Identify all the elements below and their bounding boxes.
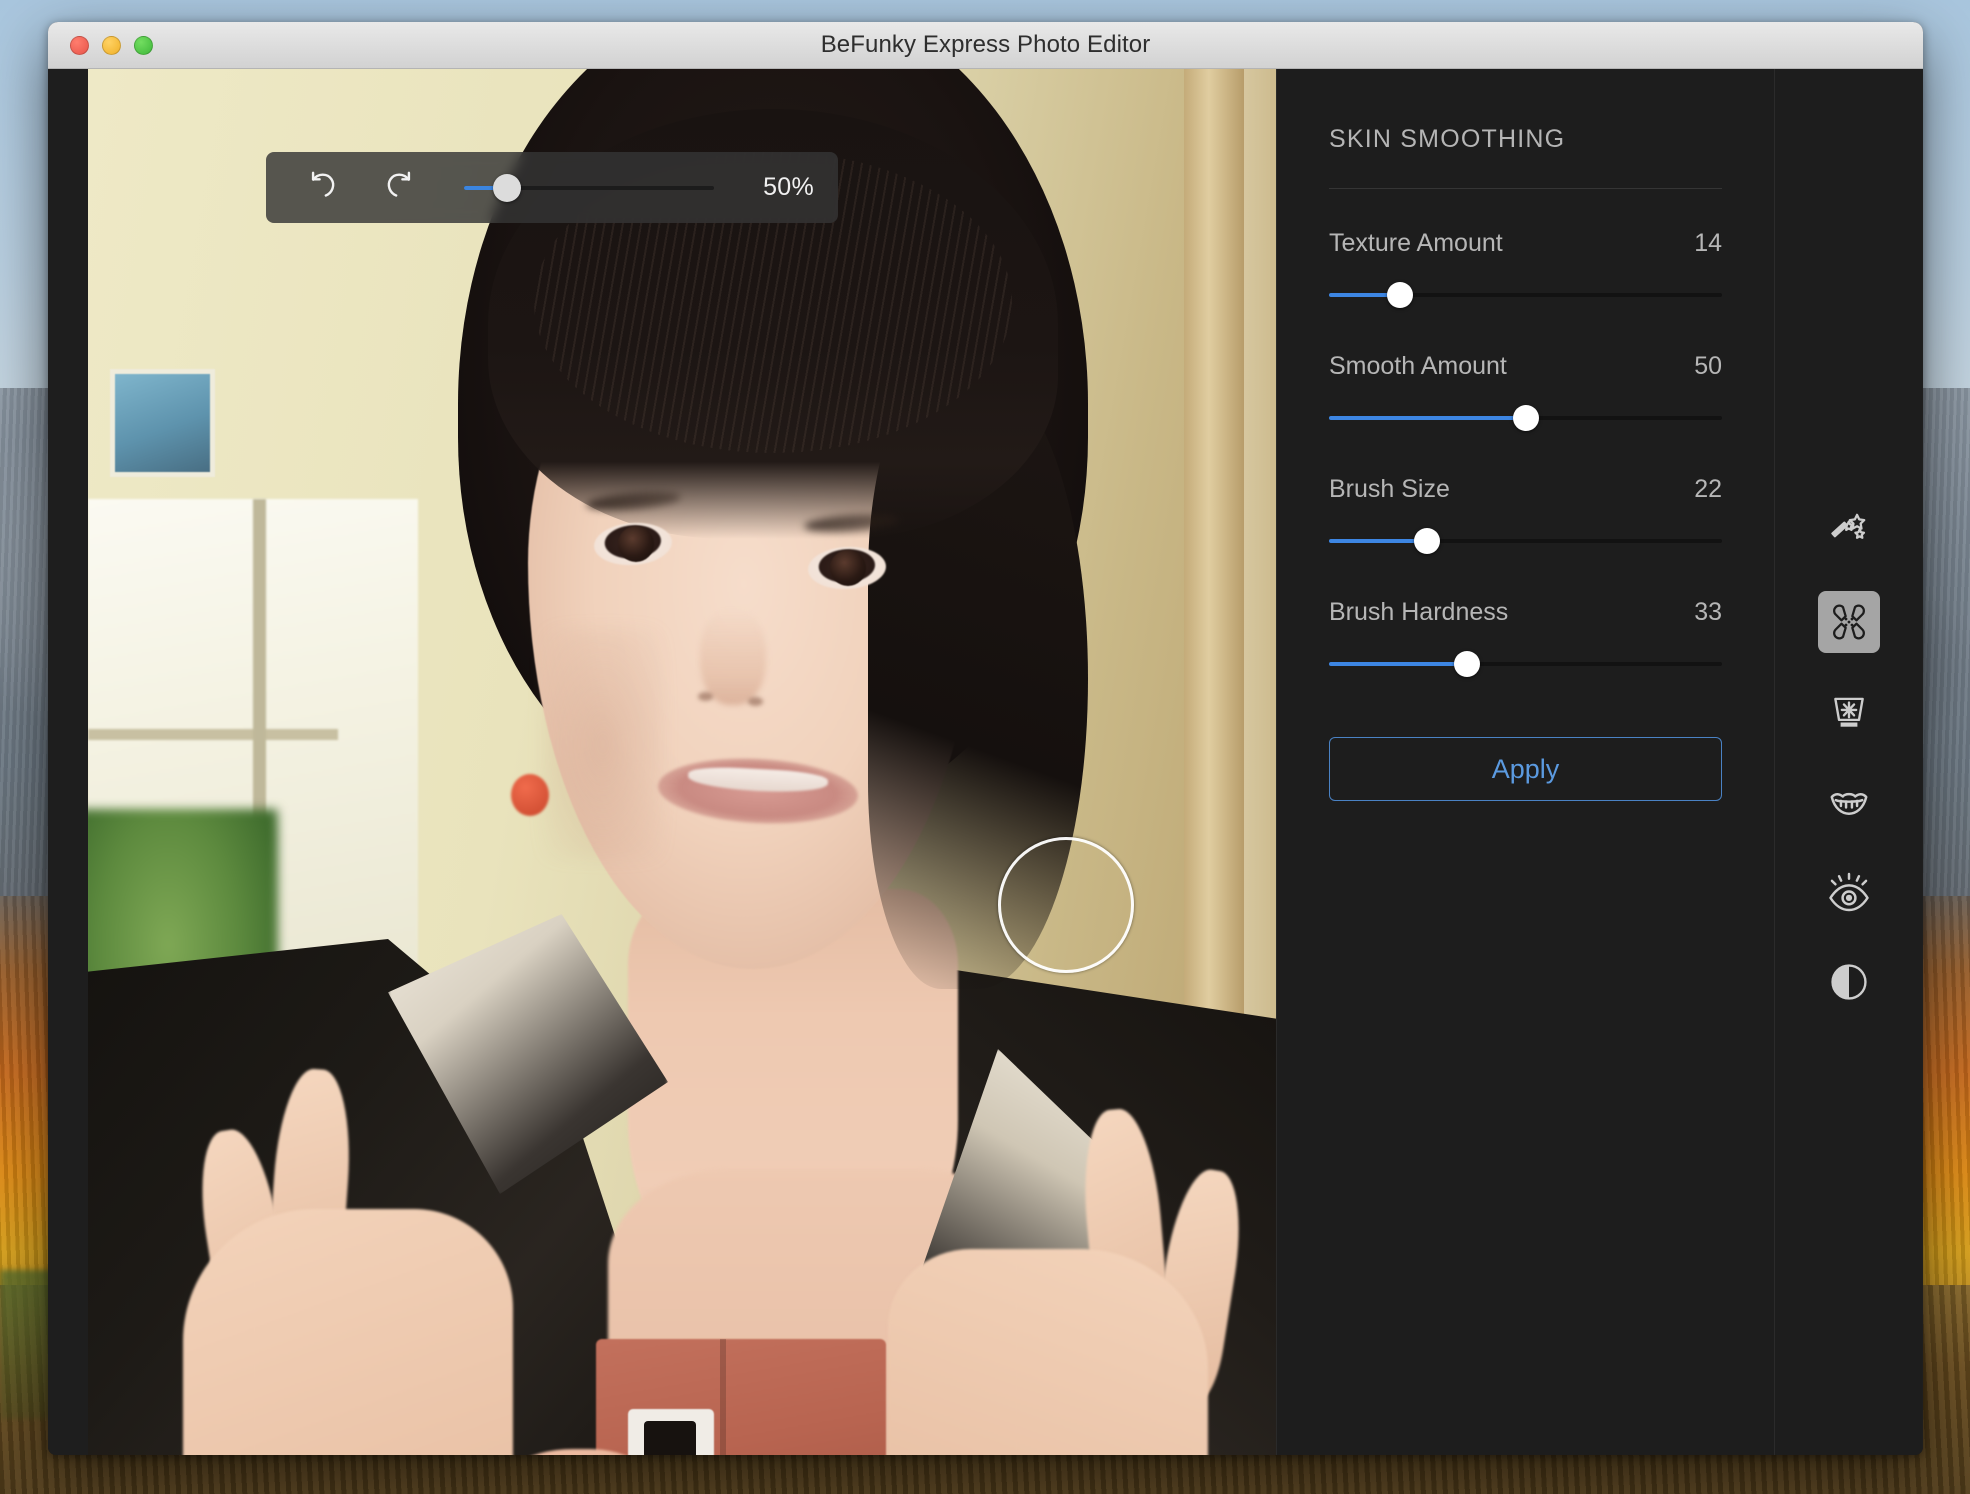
window-titlebar[interactable]: BeFunky Express Photo Editor bbox=[48, 22, 1923, 69]
slider-rail[interactable] bbox=[1329, 528, 1722, 554]
redo-button[interactable] bbox=[376, 165, 422, 211]
settings-panel: SKIN SMOOTHING Texture Amount 14 Smooth … bbox=[1276, 69, 1774, 1455]
photo-window-frame-h bbox=[88, 729, 338, 740]
tool-icon-rail bbox=[1774, 69, 1922, 1455]
skin-tone-icon[interactable] bbox=[1818, 681, 1880, 743]
photo-hand-right bbox=[888, 1249, 1208, 1455]
apply-button[interactable]: Apply bbox=[1329, 737, 1722, 801]
slider-rail[interactable] bbox=[1329, 651, 1722, 677]
slider-label: Brush Size bbox=[1329, 475, 1450, 503]
photo-cheek-shadow bbox=[543, 629, 663, 859]
window-body: 50% SKIN SMOOTHING Texture Amount 14 Smo… bbox=[48, 69, 1923, 1455]
slider-value: 50 bbox=[1694, 352, 1722, 380]
slider-value: 22 bbox=[1694, 475, 1722, 503]
slider-fill bbox=[1329, 662, 1467, 666]
slider-label: Smooth Amount bbox=[1329, 352, 1507, 380]
photo-pupil-left bbox=[618, 526, 654, 562]
contrast-icon[interactable] bbox=[1818, 951, 1880, 1013]
photo-nostril-left bbox=[698, 692, 713, 701]
slider-header: Brush Hardness 33 bbox=[1329, 598, 1722, 627]
photo-nostril-right bbox=[748, 697, 763, 706]
slider-smooth-amount: Smooth Amount 50 bbox=[1329, 352, 1722, 431]
slider-value: 14 bbox=[1694, 229, 1722, 257]
photo-window-pane bbox=[110, 369, 215, 477]
slider-header: Smooth Amount 50 bbox=[1329, 352, 1722, 381]
eye-brighten-icon[interactable] bbox=[1818, 861, 1880, 923]
slider-knob[interactable] bbox=[1386, 282, 1413, 308]
photo-canvas[interactable] bbox=[88, 69, 1276, 1455]
slider-knob[interactable] bbox=[1512, 405, 1539, 431]
application-window: BeFunky Express Photo Editor 50% SKIN SM… bbox=[48, 22, 1923, 1455]
undo-icon bbox=[306, 168, 340, 207]
canvas-floating-toolbar: 50% bbox=[266, 152, 838, 223]
magic-wand-icon[interactable] bbox=[1818, 501, 1880, 563]
photo-phone-seam bbox=[720, 1339, 726, 1455]
zoom-slider[interactable] bbox=[464, 173, 714, 202]
slider-header: Brush Size 22 bbox=[1329, 475, 1722, 504]
slider-rail[interactable] bbox=[1329, 405, 1722, 431]
slider-header: Texture Amount 14 bbox=[1329, 229, 1722, 258]
photo-hand-left bbox=[183, 1209, 513, 1455]
slider-texture-amount: Texture Amount 14 bbox=[1329, 229, 1722, 308]
panel-divider bbox=[1329, 188, 1722, 189]
canvas-area[interactable]: 50% bbox=[48, 69, 1276, 1455]
photo-earring bbox=[511, 774, 549, 816]
blemish-fix-icon[interactable] bbox=[1817, 591, 1880, 653]
zoom-slider-knob[interactable] bbox=[492, 173, 521, 202]
slider-brush-size: Brush Size 22 bbox=[1329, 475, 1722, 554]
panel-title: SKIN SMOOTHING bbox=[1329, 125, 1566, 153]
slider-knob[interactable] bbox=[1453, 651, 1480, 677]
zoom-level-value: 50% bbox=[763, 173, 814, 201]
slider-fill bbox=[1329, 416, 1526, 420]
undo-button[interactable] bbox=[300, 165, 346, 211]
teeth-whiten-icon[interactable] bbox=[1818, 771, 1880, 833]
slider-brush-hardness: Brush Hardness 33 bbox=[1329, 598, 1722, 677]
slider-label: Texture Amount bbox=[1329, 229, 1503, 257]
slider-rail[interactable] bbox=[1329, 282, 1722, 308]
window-title: BeFunky Express Photo Editor bbox=[820, 31, 1151, 58]
slider-knob[interactable] bbox=[1414, 528, 1441, 554]
slider-label: Brush Hardness bbox=[1329, 598, 1509, 626]
photo-phone-lens bbox=[644, 1421, 696, 1455]
slider-value: 33 bbox=[1694, 598, 1722, 626]
redo-icon bbox=[382, 168, 416, 207]
photo-pupil-right bbox=[830, 550, 866, 586]
slider-fill bbox=[1329, 539, 1428, 543]
photo-nose bbox=[700, 609, 766, 705]
